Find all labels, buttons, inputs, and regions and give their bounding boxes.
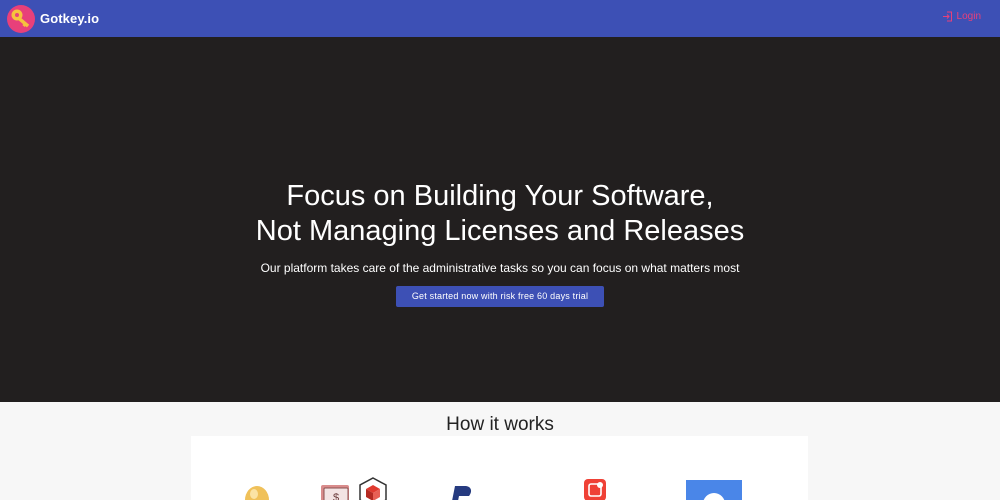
app-notification-icon [584,479,606,500]
key-logo-icon [7,4,35,33]
get-started-button[interactable]: Get started now with risk free 60 days t… [396,286,604,307]
hero-title-line-1: Focus on Building Your Software, [286,180,714,212]
how-it-works-section: How it works $ [0,402,1000,500]
hero-subtitle: Our platform takes care of the administr… [260,261,740,275]
hero-title-line-2: Not Managing Licenses and Releases [255,215,745,247]
golden-egg-icon [245,486,269,500]
login-link[interactable]: Login [942,11,981,22]
how-it-works-heading: How it works [446,414,554,435]
hero-title: Focus on Building Your Software, Not Man… [0,179,1000,249]
hero-section: Focus on Building Your Software, Not Man… [0,37,1000,402]
brand-name: Gotkey.io [40,11,100,26]
brand-home-link[interactable]: Gotkey.io [7,0,99,37]
login-label: Login [956,11,981,22]
top-navigation-bar: Gotkey.io Login [0,0,1000,37]
login-icon [942,11,952,22]
package-box-icon [359,477,387,500]
svg-text:$: $ [333,492,339,500]
money-stack-icon: $ [321,485,349,500]
how-it-works-card: $ [191,436,808,500]
chat-bubble-icon [686,480,742,500]
paypal-icon [452,486,472,500]
